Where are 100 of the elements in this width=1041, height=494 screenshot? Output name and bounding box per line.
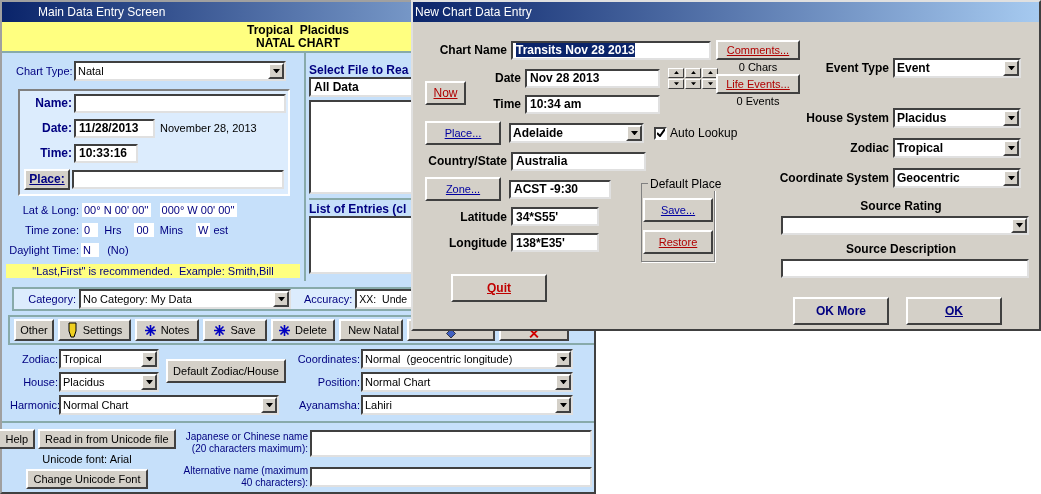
field-label: Category: xyxy=(27,293,76,305)
caret-icon xyxy=(1007,115,1015,121)
spin-up-button[interactable] xyxy=(702,67,718,78)
select-field[interactable]: Adelaide xyxy=(509,123,644,143)
header-text: NATAL CHART xyxy=(256,36,340,50)
select-field[interactable]: Placidus xyxy=(893,108,1021,128)
field-label: Chart Type: xyxy=(16,65,72,77)
checkbox-label: Auto Lookup xyxy=(670,126,738,140)
hours-value: 0 xyxy=(82,223,99,237)
setting-label: Ayanamsha: xyxy=(298,399,360,411)
save-button[interactable]: Save... xyxy=(643,198,713,222)
unit-label: est xyxy=(213,224,229,236)
zone-field[interactable]: ACST -9:30 xyxy=(509,179,611,199)
date-field[interactable]: Nov 28 2013 xyxy=(525,68,660,88)
group-title: Default Place xyxy=(648,177,724,191)
hint-text: "Last,First" is recommended. Example: Smith,Bill xyxy=(6,264,300,278)
spin-up-button[interactable] xyxy=(685,67,701,78)
field-label: Name: xyxy=(34,96,72,110)
hand-icon xyxy=(66,322,78,338)
cross-icon xyxy=(529,329,539,338)
zone-button[interactable]: Zone... xyxy=(425,177,501,201)
toolbar-button[interactable]: Settings xyxy=(58,319,131,341)
help-button[interactable]: Help xyxy=(0,429,36,449)
select-field[interactable]: Normal Chart xyxy=(361,372,573,392)
ok-more-button[interactable]: OK More xyxy=(793,297,889,325)
caret-icon xyxy=(277,296,285,302)
spin-down-button[interactable] xyxy=(685,78,701,89)
unicode-font-label: Unicode font: Arial xyxy=(42,453,132,465)
now-button[interactable]: Now xyxy=(425,81,466,105)
events-count: 0 Events xyxy=(736,95,780,107)
chart-name-field[interactable]: Transits Nov 28 2013 xyxy=(511,40,711,60)
toolbar-button[interactable]: New Natal xyxy=(339,319,403,341)
default-zodiac-house-button[interactable]: Default Zodiac/House xyxy=(166,359,286,383)
select-field[interactable]: Lahiri xyxy=(361,395,573,415)
field-label: Date: xyxy=(41,121,72,135)
caret-icon xyxy=(1007,145,1015,151)
setting-label: Harmonic: xyxy=(10,399,58,411)
toolbar-button[interactable]: Notes xyxy=(135,319,199,341)
longitude-field[interactable]: 138*E35' xyxy=(511,233,599,252)
restore-button[interactable]: Restore xyxy=(643,230,713,254)
field-label: Event Type xyxy=(825,61,889,75)
name-field[interactable] xyxy=(74,93,286,113)
caret-icon xyxy=(707,81,713,86)
daylight-value: N xyxy=(81,243,100,257)
unit-label: Mins xyxy=(158,224,184,236)
ok-button[interactable]: OK xyxy=(906,297,1002,325)
spin-up-button[interactable] xyxy=(668,67,684,78)
toolbar-button[interactable]: Delete xyxy=(271,319,335,341)
spin-down-button[interactable] xyxy=(668,78,684,89)
time-field[interactable]: 10:33:16 xyxy=(74,143,138,163)
time-field[interactable]: 10:34 am xyxy=(525,94,660,114)
field-label: Longitude xyxy=(448,235,507,250)
select-field[interactable]: No Category: My Data xyxy=(79,289,291,309)
place-button[interactable]: Place... xyxy=(425,121,501,145)
caret-icon xyxy=(272,68,280,74)
change-font-button[interactable]: Change Unicode Font xyxy=(26,469,148,489)
japanese-name-field[interactable] xyxy=(310,429,592,457)
select-field[interactable]: Normal Chart xyxy=(59,395,279,415)
up-arrow-icon xyxy=(707,71,713,74)
caret-icon xyxy=(673,81,679,86)
setting-label: Zodiac: xyxy=(20,353,58,365)
field-label: Chart Name xyxy=(438,43,507,57)
select-field[interactable]: Geocentric xyxy=(893,168,1021,188)
field-label: Source Description xyxy=(845,242,957,256)
field-label: Zodiac xyxy=(850,141,889,155)
source-description-field[interactable] xyxy=(781,259,1029,278)
comments-button[interactable]: Comments... xyxy=(716,40,800,60)
up-arrow-icon xyxy=(690,71,696,74)
asterisk-icon xyxy=(144,324,156,336)
asterisk-icon xyxy=(214,324,226,336)
toolbar-button[interactable]: Other xyxy=(14,319,54,341)
place-field[interactable] xyxy=(72,169,284,189)
select-field[interactable]: Event xyxy=(893,58,1021,78)
toolbar-button[interactable]: Save xyxy=(203,319,267,341)
caret-icon xyxy=(559,379,567,385)
field-label: Time xyxy=(492,97,521,111)
header-text: Tropical Placidus xyxy=(246,23,349,37)
panel-title: Select File to Rea xyxy=(309,63,410,77)
select-field[interactable]: Tropical xyxy=(893,138,1021,158)
caret-icon xyxy=(630,130,638,136)
select-field[interactable]: Tropical xyxy=(59,349,159,369)
date-field[interactable]: 11/28/2013 xyxy=(74,118,155,138)
setting-label: House: xyxy=(22,376,58,388)
auto-lookup-checkbox[interactable] xyxy=(654,126,667,140)
select-field[interactable]: Placidus xyxy=(59,372,159,392)
up-arrow-icon xyxy=(673,71,679,74)
field-label: Coordinate System xyxy=(779,171,889,185)
field-label: Daylight Time: xyxy=(8,244,79,256)
country-field[interactable]: Australia xyxy=(511,151,646,171)
life-events-button[interactable]: Life Events... xyxy=(716,74,800,94)
alternative-name-field[interactable] xyxy=(310,467,592,487)
latitude-field[interactable]: 34*S55' xyxy=(511,207,599,226)
select-field[interactable]: Natal xyxy=(74,61,286,81)
select-field[interactable]: Normal (geocentric longitude) xyxy=(361,349,573,369)
place-button[interactable]: Place: xyxy=(24,168,70,190)
field-label: Country/State xyxy=(427,154,507,168)
select-field[interactable] xyxy=(781,216,1029,235)
check-icon xyxy=(656,129,665,137)
quit-button[interactable]: Quit xyxy=(451,274,547,302)
read-unicode-button[interactable]: Read in from Unicode file xyxy=(38,429,176,449)
